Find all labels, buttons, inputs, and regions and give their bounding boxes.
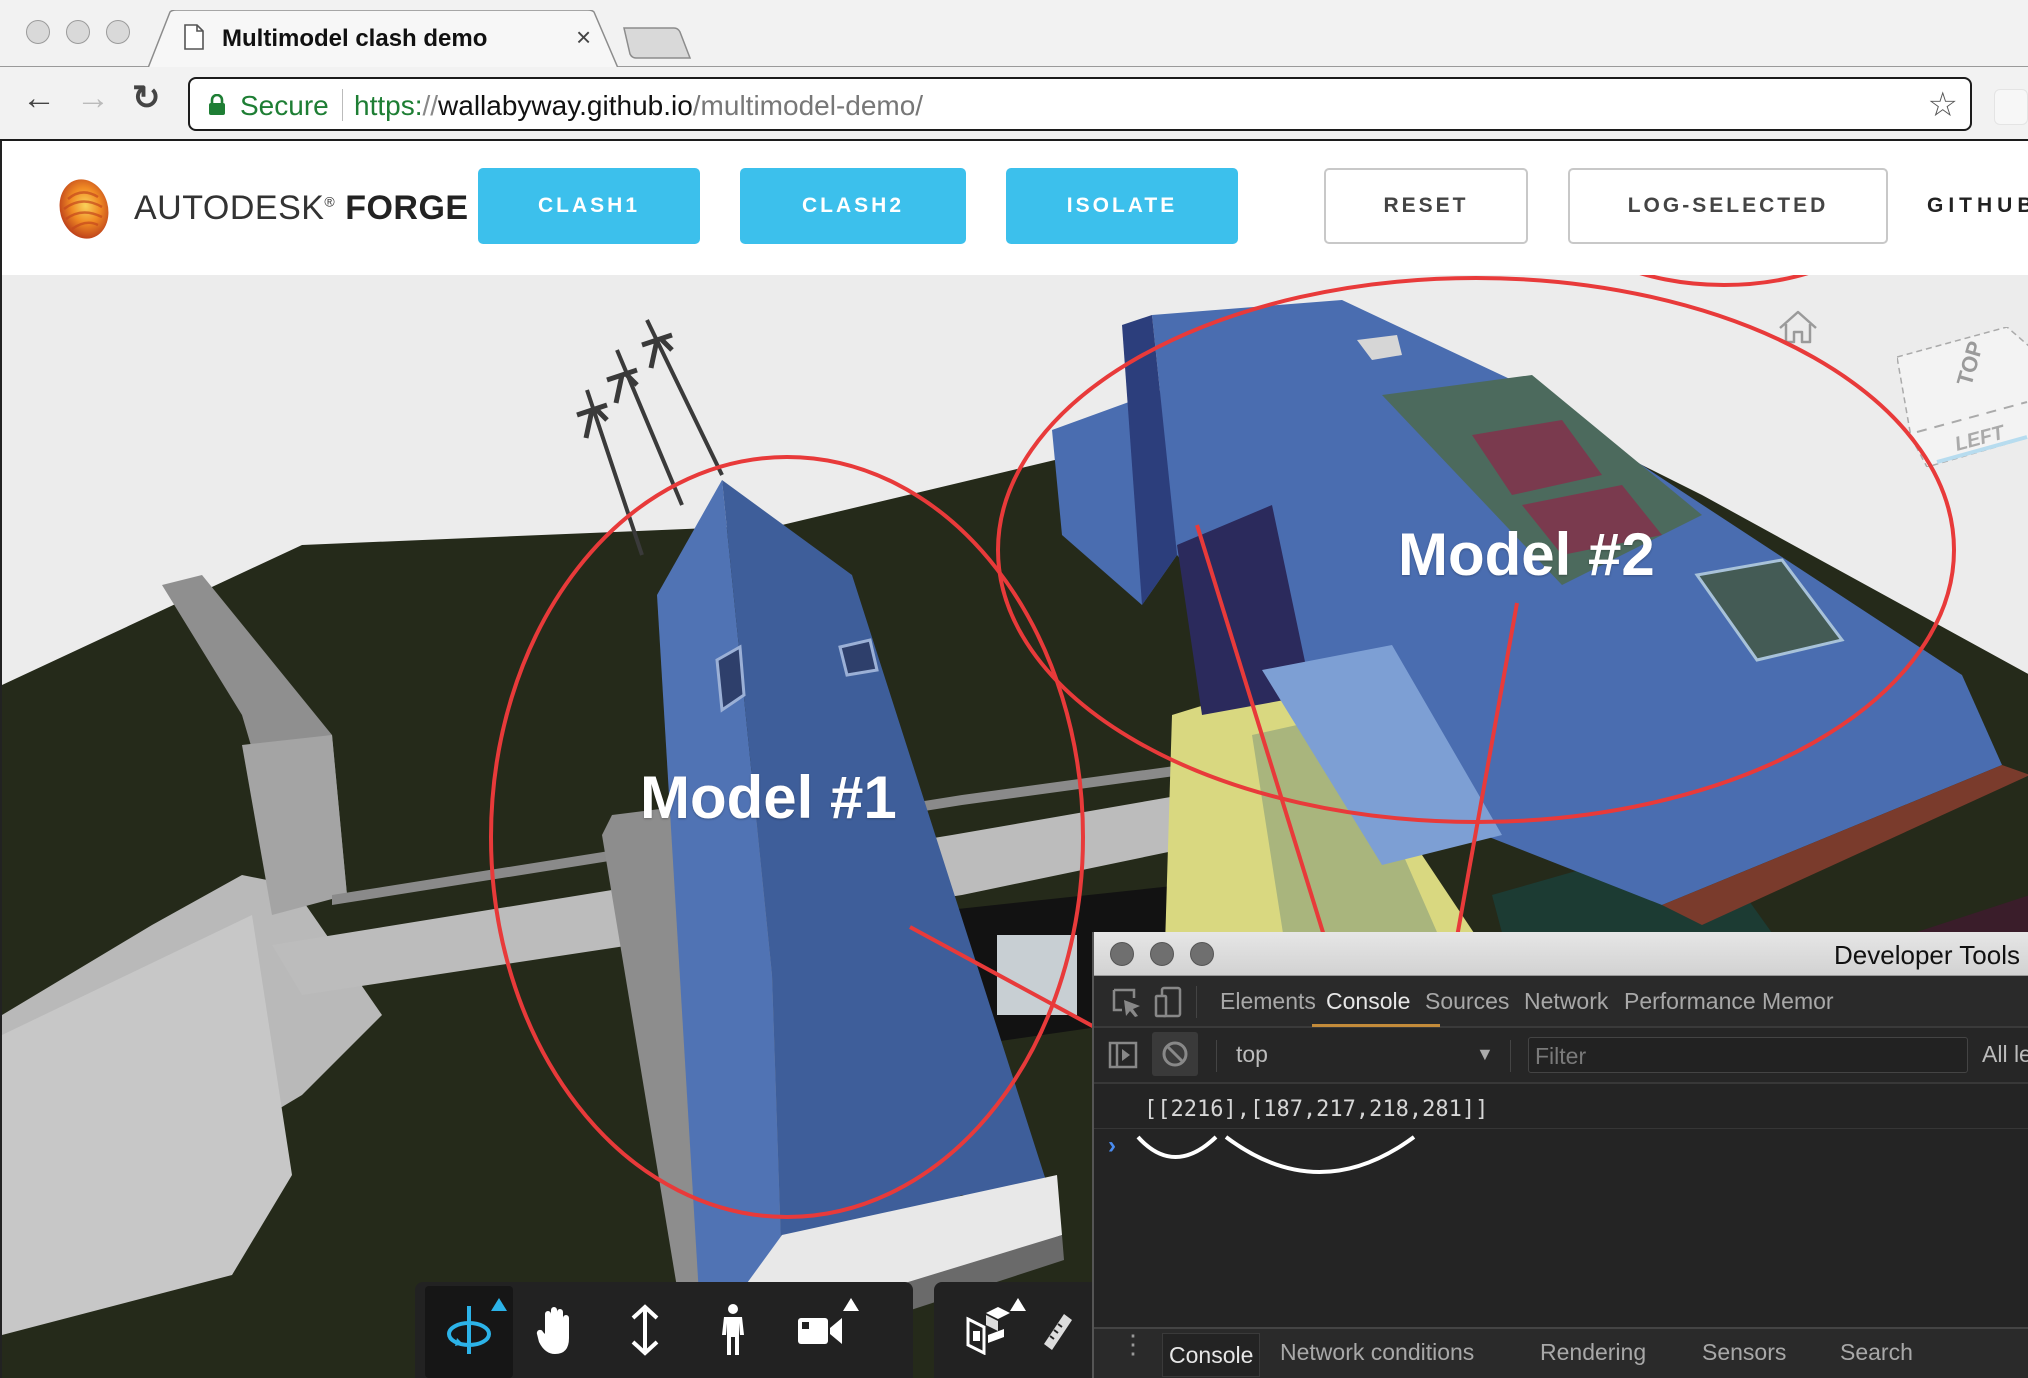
zoom-tool-button[interactable] [601, 1286, 689, 1378]
explode-model-icon [964, 1305, 1012, 1360]
new-tab-button[interactable] [622, 26, 692, 60]
reload-button[interactable]: ↻ [132, 81, 161, 115]
drawer-menu-icon[interactable]: ⋮ [1120, 1331, 1146, 1357]
logo-trademark: ® [324, 193, 336, 210]
model2-ids-bracket [1224, 1135, 1416, 1174]
devtools-drawer-tabs: ⋮ Console Network conditions Rendering S… [1094, 1327, 2028, 1378]
page-document-icon [184, 24, 204, 55]
drawer-tab-network-conditions[interactable]: Network conditions [1280, 1339, 1474, 1366]
logo-text: AUTODESK® FORGE [134, 189, 469, 228]
url-slashes: // [422, 90, 439, 121]
explode-flyout-arrow-icon[interactable] [1010, 1298, 1026, 1311]
tab-title: Multimodel clash demo [222, 25, 488, 52]
drawer-tab-sensors[interactable]: Sensors [1702, 1339, 1786, 1366]
url-scheme: https: [354, 90, 423, 121]
video-camera-icon [796, 1312, 846, 1353]
clash1-button[interactable]: CLASH1 [478, 168, 700, 244]
drawer-tab-search[interactable]: Search [1840, 1339, 1913, 1366]
app-header: AUTODESK® FORGE CLASH1 CLASH2 ISOLATE RE… [0, 141, 2028, 275]
reset-button[interactable]: RESET [1324, 168, 1528, 244]
browser-tab-strip: Multimodel clash demo × [0, 0, 2028, 68]
address-bar[interactable]: Secure https://wallabyway.github.io/mult… [188, 77, 1972, 131]
drawer-tab-rendering[interactable]: Rendering [1540, 1339, 1646, 1366]
log-selected-button[interactable]: LOG-SELECTED [1568, 168, 1888, 244]
drawer-tab-console[interactable]: Console [1162, 1333, 1261, 1377]
model1-label: Model #1 [640, 764, 897, 831]
model1-window-2 [838, 638, 879, 677]
forward-button[interactable]: → [76, 81, 110, 115]
orbit-tool-button[interactable] [425, 1286, 513, 1378]
window-zoom-button[interactable] [106, 20, 130, 44]
github-link[interactable]: GITHUB [1927, 168, 2028, 244]
model2-label: Model #2 [1398, 521, 1655, 588]
first-person-tool-button[interactable] [689, 1286, 777, 1378]
window-close-button[interactable] [26, 20, 50, 44]
person-walk-icon [718, 1303, 748, 1362]
browser-toolbar: ← → ↻ Secure https://wallabyway.github.i… [0, 67, 2028, 141]
home-view-icon[interactable] [1777, 308, 1819, 351]
camera-tool-button[interactable] [777, 1286, 865, 1378]
orbit-icon [443, 1302, 495, 1363]
viewcube[interactable]: TOP LEFT [1896, 326, 2028, 472]
clash2-button[interactable]: CLASH2 [740, 168, 966, 244]
orbit-flyout-arrow-icon[interactable] [491, 1298, 507, 1311]
pan-tool-button[interactable] [513, 1286, 601, 1378]
back-button[interactable]: ← [22, 81, 56, 115]
browser-tab-active[interactable]: Multimodel clash demo × [148, 10, 618, 68]
tab-close-icon[interactable]: × [576, 22, 591, 53]
glass-pavilion-window [997, 935, 1077, 1015]
viewer-nav-toolbar [415, 1282, 913, 1378]
isolate-button[interactable]: ISOLATE [1006, 168, 1238, 244]
viewer-model-toolbar [934, 1282, 1094, 1378]
model1-ids-bracket [1136, 1135, 1218, 1159]
logo-brand: AUTODESK [134, 189, 325, 227]
url-host: wallabyway.github.io [438, 90, 693, 121]
window-minimize-button[interactable] [66, 20, 90, 44]
logo-product: FORGE [345, 189, 469, 227]
hand-pan-icon [535, 1304, 579, 1361]
explode-tool-button[interactable] [944, 1286, 1032, 1378]
url-path: /multimodel-demo/ [692, 90, 924, 121]
camera-flyout-arrow-icon[interactable] [843, 1298, 859, 1311]
measure-tool-button[interactable] [1032, 1286, 1082, 1378]
lock-icon [208, 93, 226, 121]
url-text[interactable]: https://wallabyway.github.io/multimodel-… [354, 90, 923, 122]
ruler-measure-icon [1042, 1310, 1072, 1355]
autodesk-forge-logo-icon [52, 177, 116, 246]
secure-label: Secure [240, 90, 329, 121]
bookmark-star-icon[interactable]: ☆ [1928, 85, 1958, 125]
omnibox-separator [342, 89, 343, 121]
developer-tools-window: Developer Tools Elements Console Sources… [1092, 932, 2028, 1378]
bracket-annotations [1136, 1135, 1416, 1174]
extension-icon[interactable] [1994, 89, 2028, 125]
zoom-updown-icon [627, 1303, 663, 1361]
